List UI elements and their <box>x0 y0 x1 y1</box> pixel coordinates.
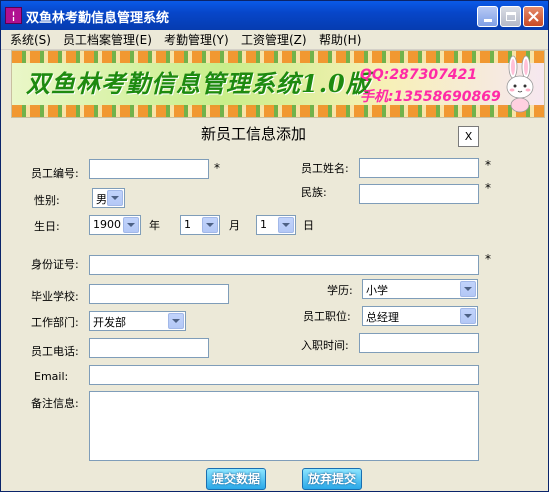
cancel-button[interactable]: 放弃提交 <box>302 468 362 490</box>
education-value: 小学 <box>366 284 388 297</box>
chevron-down-icon[interactable] <box>202 217 218 233</box>
hire-date-input[interactable] <box>359 333 479 353</box>
gender-label: 性别: <box>34 194 60 207</box>
close-button[interactable] <box>523 6 544 27</box>
birth-year-value: 1900 <box>93 218 121 231</box>
required-mark: * <box>485 181 491 195</box>
menu-salary[interactable]: 工资管理(Z) <box>241 32 307 48</box>
id-card-label: 身份证号: <box>31 258 79 271</box>
hire-date-label: 入职时间: <box>301 339 349 352</box>
submit-button[interactable]: 提交数据 <box>206 468 266 490</box>
banner-qq: QQ:287307421 <box>360 67 478 83</box>
phone-label: 员工电话: <box>31 345 79 358</box>
window-title: 双鱼林考勤信息管理系统 <box>26 11 170 26</box>
gender-select[interactable]: 男 <box>92 188 125 208</box>
month-unit-label: 月 <box>229 219 240 232</box>
menu-help[interactable]: 帮助(H) <box>319 32 361 48</box>
app-icon: ¦ <box>5 7 22 24</box>
app-window: ¦ 双鱼林考勤信息管理系统 系统(S) 员工档案管理(E) 考勤管理(Y) 工资… <box>0 0 549 492</box>
birth-month-value: 1 <box>184 218 191 231</box>
position-select[interactable]: 总经理 <box>362 306 478 326</box>
banner: 双鱼林考勤信息管理系统1.0版 QQ:287307421 手机:13558690… <box>11 50 545 118</box>
form-title: 新员工信息添加 <box>201 125 307 143</box>
birthday-label: 生日: <box>34 220 60 233</box>
education-label: 学历: <box>327 284 353 297</box>
email-input[interactable] <box>89 365 479 385</box>
menu-bar: 系统(S) 员工档案管理(E) 考勤管理(Y) 工资管理(Z) 帮助(H) <box>1 30 548 50</box>
chevron-down-icon[interactable] <box>460 308 476 324</box>
form-close-button[interactable]: X <box>458 126 479 147</box>
ethnicity-input[interactable] <box>359 184 479 204</box>
bunny-mascot-icon <box>506 55 534 113</box>
remark-textarea[interactable] <box>89 391 479 461</box>
chevron-down-icon[interactable] <box>460 281 476 297</box>
position-label: 员工职位: <box>303 310 351 323</box>
menu-employee-records[interactable]: 员工档案管理(E) <box>63 32 152 48</box>
department-label: 工作部门: <box>31 316 79 329</box>
department-select[interactable]: 开发部 <box>89 311 186 331</box>
education-select[interactable]: 小学 <box>362 279 478 299</box>
title-bar[interactable]: ¦ 双鱼林考勤信息管理系统 <box>1 1 548 30</box>
position-value: 总经理 <box>366 311 399 324</box>
required-mark: * <box>485 158 491 172</box>
maximize-button[interactable] <box>500 6 521 27</box>
required-mark: * <box>214 161 220 175</box>
department-value: 开发部 <box>93 316 126 329</box>
school-label: 毕业学校: <box>31 290 79 303</box>
banner-phone: 手机:13558690869 <box>360 89 501 105</box>
banner-title: 双鱼林考勤信息管理系统1.0版 <box>26 69 371 98</box>
chevron-down-icon[interactable] <box>123 217 139 233</box>
chevron-down-icon[interactable] <box>278 217 294 233</box>
menu-attendance[interactable]: 考勤管理(Y) <box>164 32 229 48</box>
minimize-button[interactable] <box>477 6 498 27</box>
employee-name-input[interactable] <box>359 158 479 178</box>
gender-value: 男 <box>96 193 107 206</box>
chevron-down-icon[interactable] <box>168 313 184 329</box>
birth-day-value: 1 <box>260 218 267 231</box>
menu-system[interactable]: 系统(S) <box>10 32 51 48</box>
employee-form: 新员工信息添加 X 员工编号: * 员工姓名: * 性别: 男 民族: * 生日… <box>1 118 548 491</box>
ethnicity-label: 民族: <box>301 186 327 199</box>
carrot-border-bottom <box>12 105 544 117</box>
employee-no-input[interactable] <box>89 159 209 179</box>
birth-day-select[interactable]: 1 <box>256 215 296 235</box>
employee-name-label: 员工姓名: <box>301 162 349 175</box>
minimize-icon <box>483 19 492 22</box>
required-mark: * <box>485 252 491 266</box>
email-label: Email: <box>34 370 69 383</box>
remark-label: 备注信息: <box>31 397 79 410</box>
chevron-down-icon[interactable] <box>107 190 123 206</box>
birth-month-select[interactable]: 1 <box>180 215 220 235</box>
close-icon <box>528 11 539 22</box>
birth-year-select[interactable]: 1900 <box>89 215 141 235</box>
employee-no-label: 员工编号: <box>31 167 79 180</box>
year-unit-label: 年 <box>149 219 160 232</box>
maximize-icon <box>505 12 516 21</box>
school-input[interactable] <box>89 284 229 304</box>
day-unit-label: 日 <box>303 219 314 232</box>
id-card-input[interactable] <box>89 255 479 275</box>
phone-input[interactable] <box>89 338 209 358</box>
